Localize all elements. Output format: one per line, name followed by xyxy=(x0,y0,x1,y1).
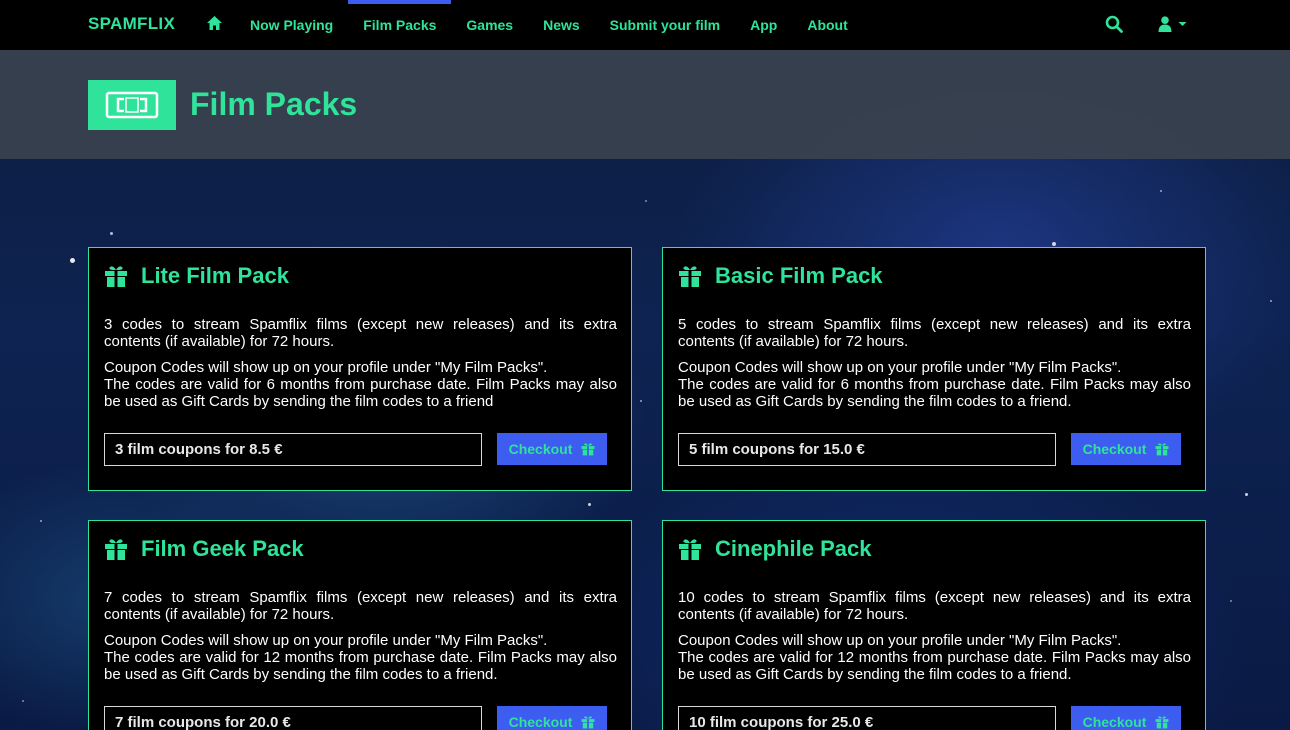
checkout-label: Checkout xyxy=(1082,441,1147,457)
pack-codes-text: 7 codes to stream Spamflix films (except… xyxy=(104,589,617,623)
checkout-label: Checkout xyxy=(508,441,573,457)
film-pack-card-basic: Basic Film Pack 5 codes to stream Spamfl… xyxy=(662,247,1206,491)
card-header: Cinephile Pack xyxy=(678,535,872,563)
nav-item-news[interactable]: News xyxy=(528,0,595,50)
validity-text: The codes are valid for 6 months from pu… xyxy=(104,376,617,410)
pack-description: 3 codes to stream Spamflix films (except… xyxy=(104,316,617,419)
pack-description: 7 codes to stream Spamflix films (except… xyxy=(104,589,617,692)
pack-title: Cinephile Pack xyxy=(715,536,872,561)
card-header: Basic Film Pack xyxy=(678,262,883,290)
checkout-label: Checkout xyxy=(1082,714,1147,730)
gift-icon xyxy=(581,443,595,456)
checkout-button[interactable]: Checkout xyxy=(1071,706,1181,730)
checkout-button[interactable]: Checkout xyxy=(497,706,607,730)
film-pack-card-lite: Lite Film Pack 3 codes to stream Spamfli… xyxy=(88,247,632,491)
pack-codes-text: 10 codes to stream Spamflix films (excep… xyxy=(678,589,1191,623)
gift-icon xyxy=(581,716,595,729)
film-pack-card-film-geek: Film Geek Pack 7 codes to stream Spamfli… xyxy=(88,520,632,730)
nav-item-app[interactable]: App xyxy=(735,0,792,50)
coupon-info-text: Coupon Codes will show up on your profil… xyxy=(104,632,548,649)
page-header: Film Packs xyxy=(0,50,1290,159)
pack-codes-text: 5 codes to stream Spamflix films (except… xyxy=(678,316,1191,350)
home-icon[interactable] xyxy=(206,15,223,31)
gift-icon xyxy=(1155,443,1169,456)
card-header: Film Geek Pack xyxy=(104,535,304,563)
coupon-info-text: Coupon Codes will show up on your profil… xyxy=(678,359,1122,376)
gift-icon xyxy=(1155,716,1169,729)
user-menu[interactable] xyxy=(1158,14,1194,34)
coupon-info-text: Coupon Codes will show up on your profil… xyxy=(104,359,548,376)
coupon-info-text: Coupon Codes will show up on your profil… xyxy=(678,632,1122,649)
nav-item-about[interactable]: About xyxy=(792,0,862,50)
nav-item-games[interactable]: Games xyxy=(451,0,528,50)
page-title: Film Packs xyxy=(190,86,358,122)
coupon-option-field[interactable]: 5 film coupons for 15.0 € xyxy=(678,433,1056,466)
gift-icon xyxy=(679,266,701,287)
coupon-option-field[interactable]: 10 film coupons for 25.0 € xyxy=(678,706,1056,730)
nav-item-film-packs[interactable]: Film Packs xyxy=(348,0,452,50)
pack-description: 10 codes to stream Spamflix films (excep… xyxy=(678,589,1191,692)
pack-title: Lite Film Pack xyxy=(141,263,289,288)
pack-title: Film Geek Pack xyxy=(141,536,304,561)
validity-text: The codes are valid for 12 months from p… xyxy=(104,649,617,683)
nav-menu: Now Playing Film Packs Games News Submit… xyxy=(235,0,863,50)
film-pack-card-cinephile: Cinephile Pack 10 codes to stream Spamfl… xyxy=(662,520,1206,730)
gift-icon xyxy=(105,539,127,560)
pack-description: 5 codes to stream Spamflix films (except… xyxy=(678,316,1191,419)
caret-down-icon xyxy=(1178,22,1187,26)
top-navbar: SPAMFLIX Now Playing Film Packs Games Ne… xyxy=(0,0,1290,50)
gift-icon xyxy=(679,539,701,560)
card-header: Lite Film Pack xyxy=(104,262,289,290)
pack-title: Basic Film Pack xyxy=(715,263,883,288)
ticket-icon xyxy=(88,80,176,130)
validity-text: The codes are valid for 12 months from p… xyxy=(678,649,1191,683)
coupon-option-field[interactable]: 7 film coupons for 20.0 € xyxy=(104,706,482,730)
pack-codes-text: 3 codes to stream Spamflix films (except… xyxy=(104,316,617,350)
nav-item-now-playing[interactable]: Now Playing xyxy=(235,0,348,50)
search-icon[interactable] xyxy=(1105,15,1123,33)
coupon-option-field[interactable]: 3 film coupons for 8.5 € xyxy=(104,433,482,466)
checkout-button[interactable]: Checkout xyxy=(1071,433,1181,465)
user-icon xyxy=(1158,16,1172,32)
nav-item-submit-film[interactable]: Submit your film xyxy=(595,0,735,50)
checkout-button[interactable]: Checkout xyxy=(497,433,607,465)
brand-logo[interactable]: SPAMFLIX xyxy=(88,14,175,34)
gift-icon xyxy=(105,266,127,287)
checkout-label: Checkout xyxy=(508,714,573,730)
validity-text: The codes are valid for 6 months from pu… xyxy=(678,376,1191,410)
